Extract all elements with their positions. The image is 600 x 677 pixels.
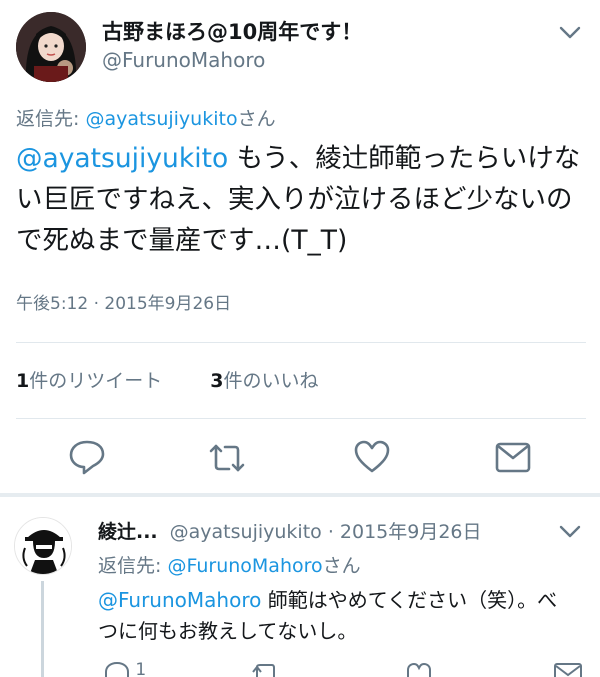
display-name[interactable]: 古野まほろ@10周年です！ — [102, 16, 362, 46]
retweet-stat[interactable]: 1件のリツイート — [16, 366, 162, 393]
divider — [16, 342, 586, 343]
retweet-icon[interactable] — [207, 438, 247, 478]
reply-to-prefix: 返信先: — [16, 108, 86, 130]
reply-icon[interactable] — [67, 436, 107, 476]
reply-to-suffix: さん — [237, 108, 276, 130]
reply-to-line: 返信先: @FurunoMahoroさん — [98, 551, 361, 578]
like-count: 3 — [210, 370, 224, 392]
avatar[interactable] — [14, 517, 72, 575]
like-stat[interactable]: 3件のいいね — [210, 366, 318, 393]
reply-tweet[interactable]: 綾辻... @ayatsujiyukito · 2015年9月26日 返信先: @… — [0, 497, 600, 677]
main-tweet: 古野まほろ@10周年です！ @FurunoMahoro 返信先: @ayatsu… — [0, 0, 600, 497]
reply-to-suffix: さん — [322, 555, 361, 577]
user-handle[interactable]: @FurunoMahoro — [102, 48, 265, 72]
reply-to-prefix: 返信先: — [98, 555, 168, 577]
tweet-stats: 1件のリツイート 3件のいいね — [16, 366, 361, 393]
reply-action[interactable]: 1 — [104, 660, 146, 677]
share-icon[interactable] — [493, 437, 533, 477]
tweet-text: @ayatsujiyukito もう、綾辻師範ったらいけない巨匠ですねえ、実入り… — [16, 138, 586, 261]
reply-header: 綾辻... @ayatsujiyukito · 2015年9月26日 — [98, 517, 482, 544]
chevron-down-icon[interactable] — [556, 519, 584, 543]
tweet-mention[interactable]: @FurunoMahoro — [98, 588, 261, 612]
retweet-icon[interactable] — [250, 660, 280, 677]
display-name[interactable]: 綾辻... — [98, 521, 158, 543]
divider — [16, 418, 586, 419]
reply-count: 1 — [135, 660, 147, 677]
tweet-mention[interactable]: @ayatsujiyukito — [16, 143, 228, 174]
reply-to-line: 返信先: @ayatsujiyukitoさん — [16, 104, 276, 131]
avatar[interactable] — [16, 12, 86, 82]
thread-line — [41, 581, 44, 677]
handle-and-date[interactable]: @ayatsujiyukito · 2015年9月26日 — [170, 521, 482, 543]
chevron-down-icon[interactable] — [556, 20, 584, 44]
share-icon[interactable] — [553, 660, 583, 677]
reply-icon — [105, 662, 129, 677]
tweet-text: @FurunoMahoro 師範はやめてください（笑）。べつに何もお教えしてない… — [98, 585, 568, 647]
like-label: 件のいいね — [223, 370, 319, 392]
reply-to-mention[interactable]: @ayatsujiyukito — [85, 108, 237, 130]
like-icon[interactable] — [352, 437, 392, 477]
reply-to-mention[interactable]: @FurunoMahoro — [167, 555, 322, 577]
retweet-count: 1 — [16, 370, 30, 392]
timestamp[interactable]: 午後5:12 · 2015年9月26日 — [16, 289, 231, 314]
like-icon[interactable] — [405, 660, 433, 677]
retweet-label: 件のリツイート — [29, 370, 163, 392]
